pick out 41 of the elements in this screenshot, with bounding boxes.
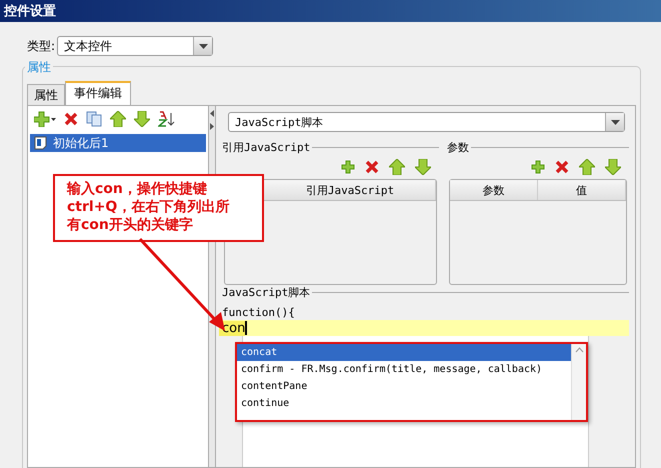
move-up-button[interactable] (110, 111, 126, 127)
expand-right-icon (210, 123, 214, 130)
delete-button[interactable] (365, 160, 379, 174)
type-dropdown[interactable]: 文本控件 (57, 36, 214, 56)
delete-button[interactable] (555, 160, 569, 174)
scrollbar[interactable] (571, 344, 586, 420)
group-title: 属性 (25, 59, 53, 76)
move-down-button[interactable] (415, 159, 431, 175)
sort-button[interactable] (158, 111, 176, 127)
window-title: 控件设置 (4, 3, 56, 20)
suggestion-item[interactable]: continue (237, 395, 571, 412)
move-up-button[interactable] (579, 159, 595, 175)
callout-tooltip: 输入con，操作快捷键ctrl+Q，在右下角列出所有con开头的关键字 (53, 174, 264, 242)
tab[interactable]: 属性 (27, 84, 65, 105)
move-down-button[interactable] (605, 159, 621, 175)
section-title: 参数 (447, 140, 469, 155)
type-label: 类型: (27, 38, 56, 54)
delete-button[interactable] (64, 112, 78, 126)
tab[interactable]: 事件编辑 (65, 81, 131, 105)
section-title: 引用JavaScript (222, 140, 310, 155)
collapse-left-icon (210, 110, 214, 117)
add-button[interactable] (34, 111, 56, 127)
move-down-button[interactable] (134, 111, 150, 127)
code-line: function(){ (222, 304, 296, 320)
move-up-button[interactable] (389, 159, 405, 175)
suggestion-item[interactable]: contentPane (237, 378, 571, 395)
caret-icon (198, 44, 208, 48)
text-cursor (245, 321, 248, 335)
caret-icon (610, 120, 620, 124)
column-header[interactable]: 值 (538, 180, 626, 200)
add-button[interactable] (341, 160, 355, 174)
suggestion-item[interactable]: confirm - FR.Msg.confirm(title, message, callback) (237, 361, 571, 378)
script-type-dropdown[interactable]: JavaScript脚本 (228, 112, 625, 132)
section-title: JavaScript脚本 (222, 285, 310, 300)
event-item[interactable]: 初始化后1 (30, 134, 206, 152)
add-button[interactable] (531, 160, 545, 174)
copy-button[interactable] (86, 111, 102, 127)
column-header[interactable]: 参数 (450, 180, 538, 200)
scroll-up-icon (574, 347, 584, 353)
suggestion-item[interactable]: concat (237, 344, 571, 361)
event-icon (34, 136, 47, 150)
